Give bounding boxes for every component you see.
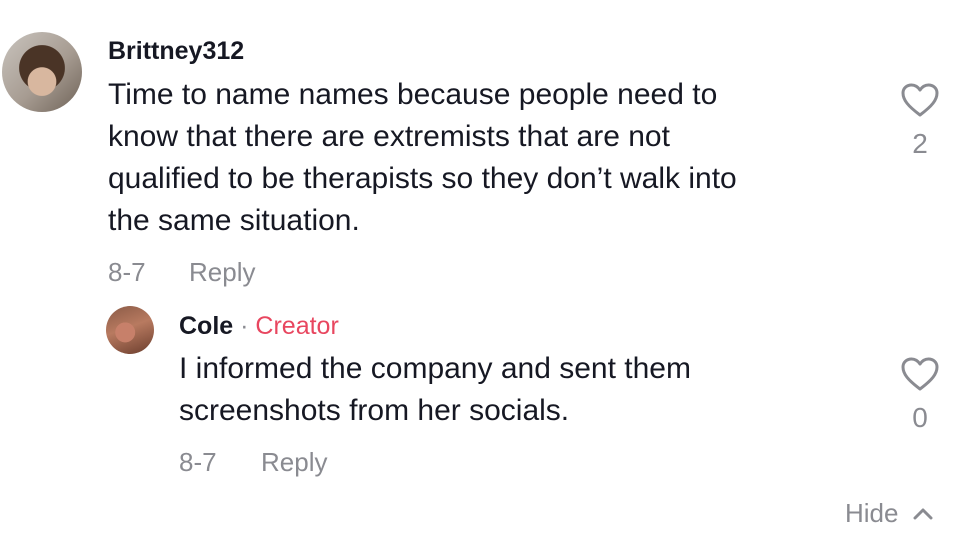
like-count: 2 — [912, 128, 928, 159]
comment-date: 8-7 — [108, 257, 146, 287]
separator-dot: · — [240, 312, 249, 340]
heart-outline-icon — [901, 83, 939, 117]
like-button[interactable] — [900, 356, 940, 392]
comment-text: Time to name names because people need t… — [108, 74, 868, 242]
hide-replies-button[interactable]: Hide — [845, 498, 934, 529]
reply-text-line: I informed the company and sent them — [179, 352, 691, 385]
chevron-up-icon — [913, 508, 933, 519]
comment-text-line: qualified to be therapists so they don’t… — [108, 162, 737, 195]
heart-outline-icon — [901, 357, 939, 391]
avatar[interactable] — [106, 306, 154, 354]
reply-button[interactable]: Reply — [261, 447, 327, 478]
reply-header: Cole · Creator — [179, 312, 339, 341]
like-count: 0 — [912, 402, 928, 433]
reply-text-line: screenshots from her socials. — [179, 394, 570, 427]
hide-label: Hide — [845, 498, 899, 528]
reply-text: I informed the company and sent them scr… — [179, 348, 879, 432]
comment-text-line: Time to name names because people need t… — [108, 78, 718, 111]
comment-text-line: the same situation. — [108, 204, 360, 237]
creator-badge: Creator — [255, 312, 339, 340]
comment-username[interactable]: Brittney312 — [108, 37, 244, 66]
reply-username[interactable]: Cole — [179, 312, 233, 340]
like-button[interactable] — [900, 82, 940, 118]
avatar[interactable] — [2, 32, 82, 112]
reply-date: 8-7 — [179, 447, 217, 477]
reply-button[interactable]: Reply — [189, 257, 255, 288]
comment-text-line: know that there are extremists that are … — [108, 120, 670, 153]
